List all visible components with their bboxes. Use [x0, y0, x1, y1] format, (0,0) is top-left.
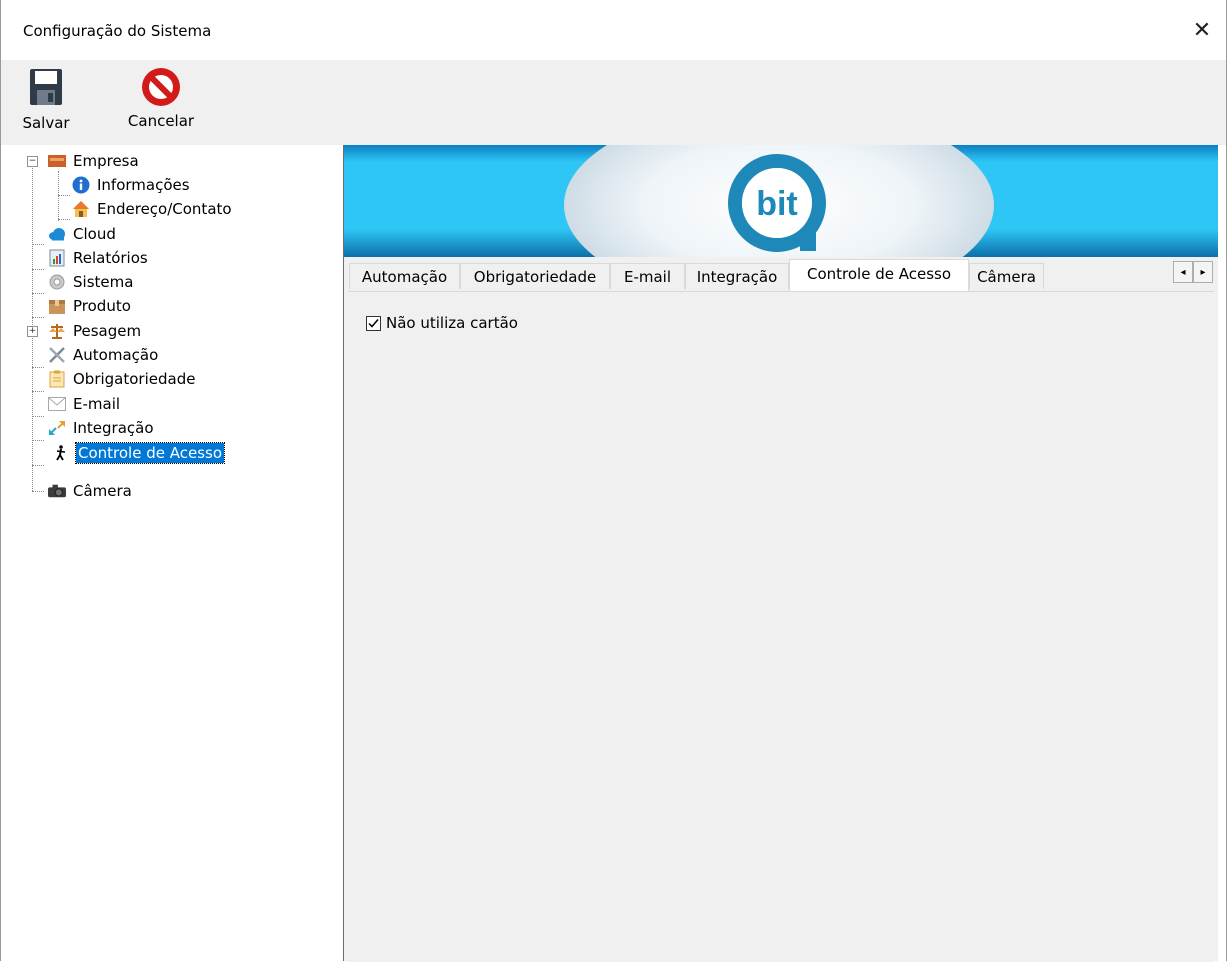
- config-window: Configuração do Sistema ✕ Salvar Cancela…: [0, 0, 1227, 962]
- tree-connector: [32, 391, 44, 392]
- arrows-icon: [48, 419, 66, 437]
- tree-item-label: Produto: [73, 297, 131, 315]
- tab-obrigatoriedade[interactable]: Obrigatoriedade: [460, 263, 610, 289]
- tree-item-informacoes[interactable]: Informações: [72, 173, 192, 197]
- save-label: Salvar: [22, 114, 70, 132]
- tree-item-label: Pesagem: [73, 322, 142, 340]
- tree-item-endereco-contato[interactable]: Endereço/Contato: [72, 197, 234, 221]
- toolbar: Salvar Cancelar: [1, 60, 1226, 145]
- report-icon: [48, 249, 66, 267]
- tree-item-label: E-mail: [73, 395, 121, 413]
- floppy-disk-icon: [30, 69, 62, 105]
- chevron-left-icon: ◂: [1180, 267, 1186, 278]
- no-card-label: Não utiliza cartão: [386, 314, 518, 332]
- tree-item-camera[interactable]: Câmera: [48, 479, 134, 503]
- no-card-checkbox[interactable]: [366, 315, 381, 331]
- tab-strip: Automação Obrigatoriedade E-mail Integra…: [344, 257, 1218, 291]
- tab-scroll-left-button[interactable]: ◂: [1173, 261, 1193, 283]
- chevron-right-icon: ▸: [1200, 267, 1206, 278]
- tree-connector: [32, 317, 44, 318]
- tree-connector: [32, 244, 44, 245]
- tree-item-obrigatoriedade[interactable]: Obrigatoriedade: [48, 367, 197, 391]
- tree-item-cloud[interactable]: Cloud: [48, 222, 118, 246]
- camera-icon: [48, 482, 66, 500]
- tree-item-automacao[interactable]: Automação: [48, 343, 160, 367]
- tree-item-label: Automação: [73, 346, 159, 364]
- pesagem-expander[interactable]: +: [27, 326, 38, 337]
- tab-camera[interactable]: Câmera: [969, 263, 1044, 289]
- tree-connector: [32, 367, 44, 368]
- tab-email[interactable]: E-mail: [610, 263, 685, 289]
- tab-controle-de-acesso[interactable]: Controle de Acesso: [789, 259, 969, 291]
- close-button[interactable]: ✕: [1178, 10, 1226, 52]
- box-icon: [48, 297, 66, 315]
- house-icon: [72, 200, 90, 218]
- tab-automacao[interactable]: Automação: [349, 263, 460, 289]
- tree-item-produto[interactable]: Produto: [48, 294, 133, 318]
- tree-connector: [32, 491, 44, 492]
- tree-item-email[interactable]: E-mail: [48, 392, 122, 416]
- cloud-icon: [48, 225, 66, 243]
- tree-item-controle-de-acesso[interactable]: Controle de Acesso: [54, 441, 226, 465]
- tree-item-empresa[interactable]: Empresa: [48, 149, 141, 173]
- walking-person-icon: [54, 444, 68, 462]
- tree-item-label: Informações: [97, 176, 190, 194]
- tree-item-sistema[interactable]: Sistema: [48, 270, 135, 294]
- info-icon: [72, 176, 90, 194]
- tree-item-label: Integração: [73, 419, 154, 437]
- company-icon: [48, 152, 66, 170]
- tree-connector: [58, 195, 70, 196]
- brand-banner: bit: [344, 145, 1218, 257]
- tree-connector: [32, 465, 44, 466]
- save-button[interactable]: Salvar: [15, 64, 77, 132]
- tree-connector: [32, 269, 44, 270]
- window-title: Configuração do Sistema: [23, 22, 212, 40]
- tree-connector: [58, 219, 70, 220]
- cancel-button[interactable]: Cancelar: [115, 64, 207, 130]
- tab-integracao[interactable]: Integração: [685, 263, 789, 289]
- tab-scroll-right-button[interactable]: ▸: [1193, 261, 1213, 283]
- tools-icon: [48, 346, 66, 364]
- settings-content-panel: bit Automação Obrigatoriedade E-mail Int…: [344, 145, 1218, 962]
- close-icon: ✕: [1192, 18, 1212, 43]
- tree-item-label: Endereço/Contato: [97, 200, 232, 218]
- envelope-icon: [48, 395, 66, 413]
- tree-item-pesagem[interactable]: Pesagem: [48, 319, 143, 343]
- tree-connector: [32, 440, 44, 441]
- tree-connector: [32, 416, 44, 417]
- tab-page-controle-de-acesso: Não utiliza cartão: [348, 291, 1214, 962]
- bit-logo: bit: [728, 154, 826, 252]
- tree-item-label: Obrigatoriedade: [73, 370, 196, 388]
- checkmark-icon: [368, 318, 379, 328]
- tree-item-relatorios[interactable]: Relatórios: [48, 246, 150, 270]
- tree-item-label: Empresa: [73, 152, 139, 170]
- tree-item-label: Controle de Acesso: [74, 442, 226, 464]
- tree-item-label: Sistema: [73, 273, 134, 291]
- tree-item-label: Cloud: [73, 225, 116, 243]
- tree-item-integracao[interactable]: Integração: [48, 416, 156, 440]
- empresa-expander[interactable]: −: [27, 156, 38, 167]
- prohibited-icon: [142, 68, 180, 106]
- tree-item-label: Câmera: [73, 482, 132, 500]
- tree-connector: [32, 293, 44, 294]
- tree-child-line: [58, 171, 59, 221]
- scale-icon: [48, 322, 66, 340]
- cancel-label: Cancelar: [127, 112, 195, 130]
- bit-logo-text: bit: [756, 185, 798, 223]
- settings-tree-panel: − Empresa Informações Endereço/Contato C…: [10, 145, 344, 961]
- title-bar: Configuração do Sistema ✕: [1, 0, 1226, 60]
- tree-item-label: Relatórios: [73, 249, 148, 267]
- no-card-checkbox-row[interactable]: Não utiliza cartão: [366, 314, 518, 332]
- clipboard-icon: [48, 370, 66, 388]
- gear-icon: [48, 273, 66, 291]
